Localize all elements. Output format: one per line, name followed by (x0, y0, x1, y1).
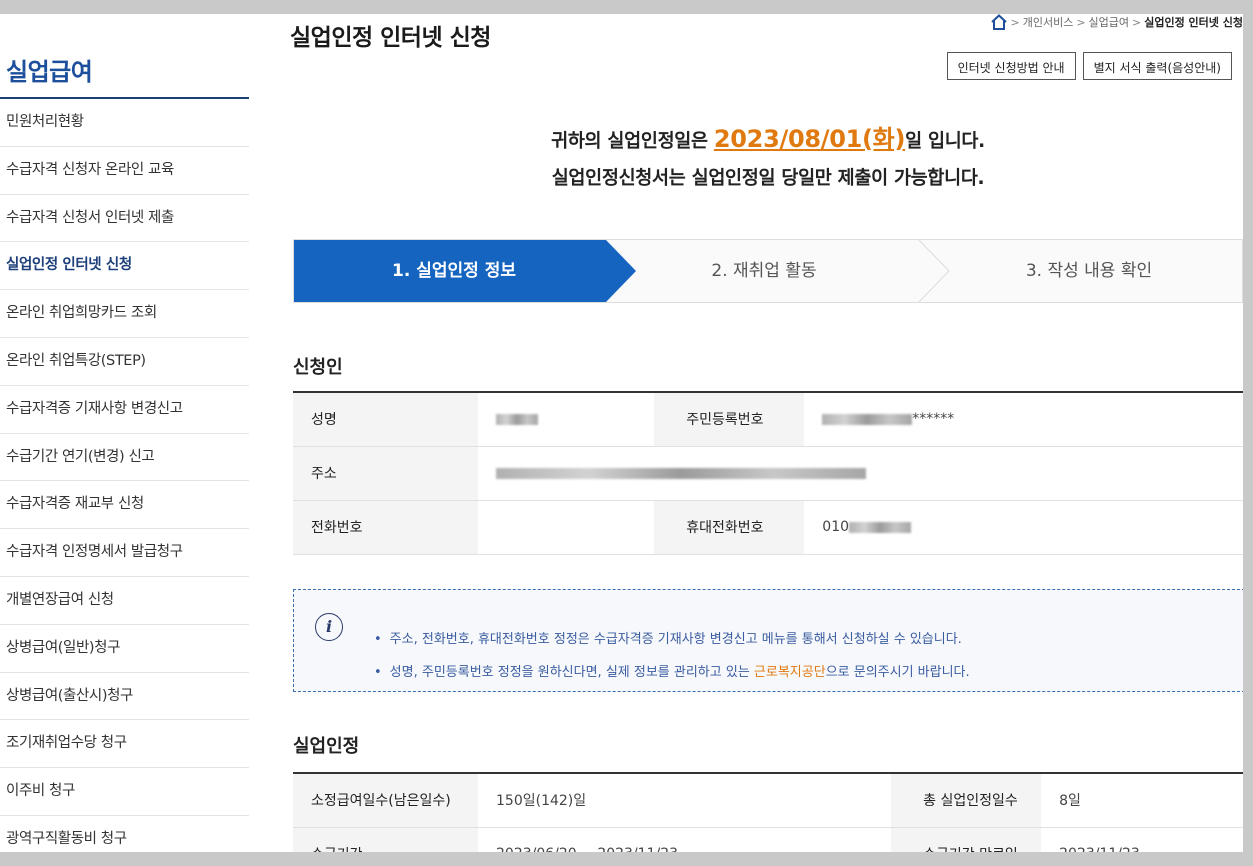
applicant-table: 성명 주민등록번호 ****** 주소 전화번호 휴대전화번호 010 (293, 391, 1243, 555)
info-icon: i (315, 613, 343, 641)
sidebar-item-period-extension[interactable]: 수급기간 연기(변경) 신고 (0, 434, 249, 482)
address-label: 주소 (293, 446, 478, 501)
mobile-label: 휴대전화번호 (654, 500, 805, 555)
info-line-2-prefix: 성명, 주민등록번호 정정을 원하신다면, 실제 정보를 관리하고 있는 (389, 665, 754, 680)
rrn-label: 주민등록번호 (654, 392, 805, 447)
mobile-value: 010 (804, 500, 1243, 555)
expire-value: 2023/11/23 (1041, 827, 1243, 852)
sidebar-item-early-reemployment[interactable]: 조기재취업수당 청구 (0, 720, 249, 769)
breadcrumb: > 개인서비스 > 실업급여 > 실업인정 인터넷 신청 (990, 14, 1243, 30)
info-line-1-text: 주소, 전화번호, 휴대전화번호 정정은 수급자격증 기재사항 변경신고 메뉴를… (389, 632, 962, 647)
bullet-icon: • (374, 632, 382, 647)
sidebar-item-relocation[interactable]: 이주비 청구 (0, 768, 249, 816)
benefit-days-value: 150일(142)일 (478, 773, 892, 828)
masked-rrn (822, 413, 913, 425)
phone-label: 전화번호 (293, 500, 478, 555)
sidebar-title: 실업급여 (0, 44, 249, 99)
info-box: i • 주소, 전화번호, 휴대전화번호 정정은 수급자격증 기재사항 변경신고 … (293, 589, 1243, 692)
step-2-reemployment: 2. 재취업 활동 (711, 261, 817, 281)
sidebar-item-sickness-maternity[interactable]: 상병급여(출산시)청구 (0, 673, 249, 721)
sidebar-item-wide-area[interactable]: 광역구직활동비 청구 (0, 816, 249, 852)
step-1-recognition-info: 1. 실업인정 정보 (392, 261, 516, 281)
top-button-group: 인터넷 신청방법 안내 별지 서식 출력(음성안내) (946, 52, 1232, 80)
rrn-value: ****** (804, 392, 1243, 447)
period-label: 수급기간 (293, 827, 478, 852)
page-title: 실업인정 인터넷 신청 (290, 25, 491, 51)
info-line-2: • 성명, 주민등록번호 정정을 원하신다면, 실제 정보를 관리하고 있는 근로… (374, 661, 970, 680)
name-label: 성명 (293, 392, 478, 447)
sidebar: 실업급여 민원처리현황 수급자격 신청자 온라인 교육 수급자격 신청서 인터넷… (0, 44, 249, 852)
unemployment-section-title: 실업인정 (293, 736, 360, 757)
mobile-prefix: 010 (822, 519, 850, 535)
sidebar-item-change-report[interactable]: 수급자격증 기재사항 변경신고 (0, 386, 249, 434)
recognition-date: 2023/08/01(화) (713, 125, 906, 153)
table-row: 소정급여일수(남은일수) 150일(142)일 총 실업인정일수 8일 (293, 773, 1243, 828)
table-row: 전화번호 휴대전화번호 010 (293, 500, 1243, 555)
info-line-2-suffix: 으로 문의주시기 바랍니다. (825, 665, 970, 680)
benefit-days-label: 소정급여일수(남은일수) (293, 773, 478, 828)
page-frame: 실업인정 인터넷 신청 > 개인서비스 > 실업급여 > 실업인정 인터넷 신청… (0, 14, 1243, 852)
applicant-section-title: 신청인 (293, 357, 343, 378)
sidebar-item-statement[interactable]: 수급자격 인정명세서 발급청구 (0, 529, 249, 577)
table-row: 성명 주민등록번호 ****** (293, 392, 1243, 447)
guide-button[interactable]: 인터넷 신청방법 안내 (946, 52, 1076, 80)
sidebar-item-step[interactable]: 온라인 취업특강(STEP) (0, 338, 249, 386)
expire-label: 수급기간 만료일 (891, 827, 1042, 852)
breadcrumb-item-personal[interactable]: 개인서비스 (1023, 14, 1074, 30)
table-row: 수급기간 2023/06/20 ~ 2023/11/23 수급기간 만료일 20… (293, 827, 1243, 852)
sidebar-item-hope-card[interactable]: 온라인 취업희망카드 조회 (0, 290, 249, 338)
sidebar-item-sickness-general[interactable]: 상병급여(일반)청구 (0, 625, 249, 673)
breadcrumb-item-benefit[interactable]: 실업급여 (1089, 14, 1129, 30)
notice-suffix: 일 입니다. (905, 131, 985, 152)
notice-prefix: 귀하의 실업인정일은 (551, 131, 714, 152)
masked-name (496, 413, 538, 425)
unemployment-table: 소정급여일수(남은일수) 150일(142)일 총 실업인정일수 8일 수급기간… (293, 772, 1243, 852)
breadcrumb-separator: > (1132, 15, 1142, 29)
sidebar-item-individual-extension[interactable]: 개별연장급여 신청 (0, 577, 249, 625)
rrn-mask: ****** (912, 411, 955, 428)
total-days-label: 총 실업인정일수 (891, 773, 1042, 828)
submission-rule-notice: 실업인정신청서는 실업인정일 당일만 제출이 가능합니다. (551, 168, 985, 189)
step-3-confirm: 3. 작성 내용 확인 (1025, 261, 1153, 281)
phone-value (478, 500, 655, 555)
table-row: 주소 (293, 446, 1243, 501)
recognition-date-notice: 귀하의 실업인정일은 2023/08/01(화)일 입니다. (293, 119, 1243, 154)
step-indicator: 1. 실업인정 정보 2. 재취업 활동 3. 작성 내용 확인 (293, 239, 1243, 303)
address-value (478, 446, 1243, 501)
breadcrumb-item-current: 실업인정 인터넷 신청 (1144, 16, 1243, 29)
sidebar-item-recognition-apply[interactable]: 실업인정 인터넷 신청 (0, 242, 249, 291)
sidebar-item-reissue[interactable]: 수급자격증 재교부 신청 (0, 481, 249, 530)
home-icon[interactable] (990, 14, 1008, 30)
bullet-icon: • (374, 665, 382, 680)
period-value: 2023/06/20 ~ 2023/11/23 (478, 827, 892, 852)
total-days-value: 8일 (1041, 773, 1243, 828)
breadcrumb-separator: > (1010, 15, 1020, 29)
sidebar-item-online-education[interactable]: 수급자격 신청자 온라인 교육 (0, 147, 249, 195)
print-form-button[interactable]: 별지 서식 출력(음성안내) (1082, 52, 1232, 80)
agency-highlight: 근로복지공단 (753, 665, 826, 680)
name-value (478, 392, 655, 447)
sidebar-item-status[interactable]: 민원처리현황 (0, 99, 249, 147)
info-line-1: • 주소, 전화번호, 휴대전화번호 정정은 수급자격증 기재사항 변경신고 메뉴… (374, 628, 962, 647)
breadcrumb-separator: > (1076, 15, 1086, 29)
masked-address (496, 467, 866, 479)
sidebar-item-application-submit[interactable]: 수급자격 신청서 인터넷 제출 (0, 195, 249, 243)
masked-mobile (849, 521, 912, 533)
